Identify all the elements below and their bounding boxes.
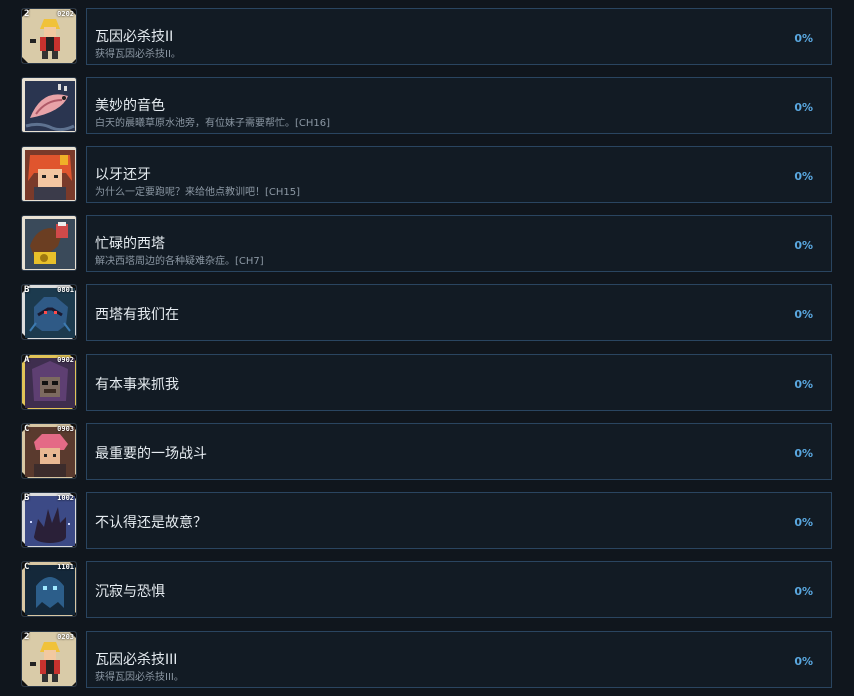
rarity-badge: A — [24, 355, 30, 365]
achievement-card: 不认得还是故意？ 0% — [86, 492, 832, 549]
achievement-description: 获得瓦因必杀技III。 — [95, 672, 184, 683]
rarity-badge: 2 — [24, 632, 30, 642]
achievement-card: 沉寂与恐惧 0% — [86, 561, 832, 618]
rarity-badge: 2 — [24, 9, 30, 19]
achievement-row[interactable]: B 1002 不认得还是故意？ 0% — [0, 492, 854, 552]
achievement-title: 以牙还牙 — [95, 167, 151, 183]
icon-code: 0801 — [57, 286, 74, 294]
achievement-percent: 0% — [794, 585, 813, 598]
achievement-row[interactable]: A 0902 有本事来抓我 0% — [0, 354, 854, 414]
achievement-title: 沉寂与恐惧 — [95, 584, 165, 600]
achievement-row[interactable]: 2 0202 瓦因必杀技II 获得瓦因必杀技II。 0% — [0, 8, 854, 68]
red-hair-girl-icon — [21, 146, 77, 202]
hero-blonde-fighter-icon: 2 0202 — [21, 8, 77, 64]
achievement-title: 忙碌的西塔 — [95, 236, 165, 252]
achievement-title: 不认得还是故意？ — [95, 515, 207, 531]
achievement-description: 解决西塔周边的各种疑难杂症。[CH7] — [95, 256, 264, 267]
icon-code: 1002 — [57, 494, 74, 502]
achievement-description: 白天的晨曦草原水池旁，有位妹子需要帮忙。[CH16] — [95, 118, 331, 129]
achievement-row[interactable]: 以牙还牙 为什么一定要跑呢？来给他点教训吧！[CH15] 0% — [0, 146, 854, 206]
achievement-title: 瓦因必杀技II — [95, 29, 174, 45]
achievement-row[interactable]: 忙碌的西塔 解决西塔周边的各种疑难杂症。[CH7] 0% — [0, 215, 854, 275]
achievement-title: 瓦因必杀技III — [95, 652, 178, 668]
achievement-card: 美妙的音色 白天的晨曦草原水池旁，有位妹子需要帮忙。[CH16] 0% — [86, 77, 832, 134]
rarity-badge: C — [24, 424, 30, 434]
blue-beast-icon: B 0801 — [21, 284, 77, 340]
achievement-percent: 0% — [794, 516, 813, 529]
rarity-badge: C — [24, 562, 30, 572]
hero-blonde-fighter-icon: 2 0203 — [21, 631, 77, 687]
achievement-row[interactable]: 2 0203 瓦因必杀技III 获得瓦因必杀技III。 0% — [0, 631, 854, 691]
achievement-card: 忙碌的西塔 解决西塔周边的各种疑难杂症。[CH7] 0% — [86, 215, 832, 272]
dark-spiky-creature-icon: B 1002 — [21, 492, 77, 548]
purple-hooded-face-icon: A 0902 — [21, 354, 77, 410]
icon-code: 0202 — [57, 10, 74, 18]
achievement-description: 获得瓦因必杀技II。 — [95, 49, 181, 60]
achievement-percent: 0% — [794, 447, 813, 460]
hand-holding-bottle-icon — [21, 215, 77, 271]
achievement-row[interactable]: 美妙的音色 白天的晨曦草原水池旁，有位妹子需要帮忙。[CH16] 0% — [0, 77, 854, 137]
achievement-card: 西塔有我们在 0% — [86, 284, 832, 341]
achievement-description: 为什么一定要跑呢？来给他点教训吧！[CH15] — [95, 187, 301, 198]
achievement-percent: 0% — [794, 308, 813, 321]
achievement-row[interactable]: C 0903 最重要的一场战斗 0% — [0, 423, 854, 483]
achievement-percent: 0% — [794, 32, 813, 45]
achievement-card: 有本事来抓我 0% — [86, 354, 832, 411]
achievement-percent: 0% — [794, 239, 813, 252]
pink-fish-icon — [21, 77, 77, 133]
icon-code: 0203 — [57, 633, 74, 641]
achievement-title: 最重要的一场战斗 — [95, 446, 207, 462]
pink-hair-boy-icon: C 0903 — [21, 423, 77, 479]
achievement-row[interactable]: C 1101 沉寂与恐惧 0% — [0, 561, 854, 621]
achievement-card: 以牙还牙 为什么一定要跑呢？来给他点教训吧！[CH15] 0% — [86, 146, 832, 203]
achievement-title: 有本事来抓我 — [95, 377, 179, 393]
achievement-card: 最重要的一场战斗 0% — [86, 423, 832, 480]
icon-code: 1101 — [57, 563, 74, 571]
achievement-card: 瓦因必杀技III 获得瓦因必杀技III。 0% — [86, 631, 832, 688]
achievement-percent: 0% — [794, 101, 813, 114]
achievement-card: 瓦因必杀技II 获得瓦因必杀技II。 0% — [86, 8, 832, 65]
icon-code: 0902 — [57, 356, 74, 364]
achievement-percent: 0% — [794, 170, 813, 183]
achievement-percent: 0% — [794, 655, 813, 668]
rarity-badge: B — [24, 493, 30, 503]
blue-ghost-icon: C 1101 — [21, 561, 77, 617]
achievement-title: 美妙的音色 — [95, 98, 165, 114]
achievement-row[interactable]: B 0801 西塔有我们在 0% — [0, 284, 854, 344]
rarity-badge: B — [24, 285, 30, 295]
achievement-percent: 0% — [794, 378, 813, 391]
achievement-title: 西塔有我们在 — [95, 307, 179, 323]
achievement-list: 2 0202 瓦因必杀技II 获得瓦因必杀技II。 0% 美妙的音色 白天的晨曦… — [0, 0, 854, 696]
icon-code: 0903 — [57, 425, 74, 433]
